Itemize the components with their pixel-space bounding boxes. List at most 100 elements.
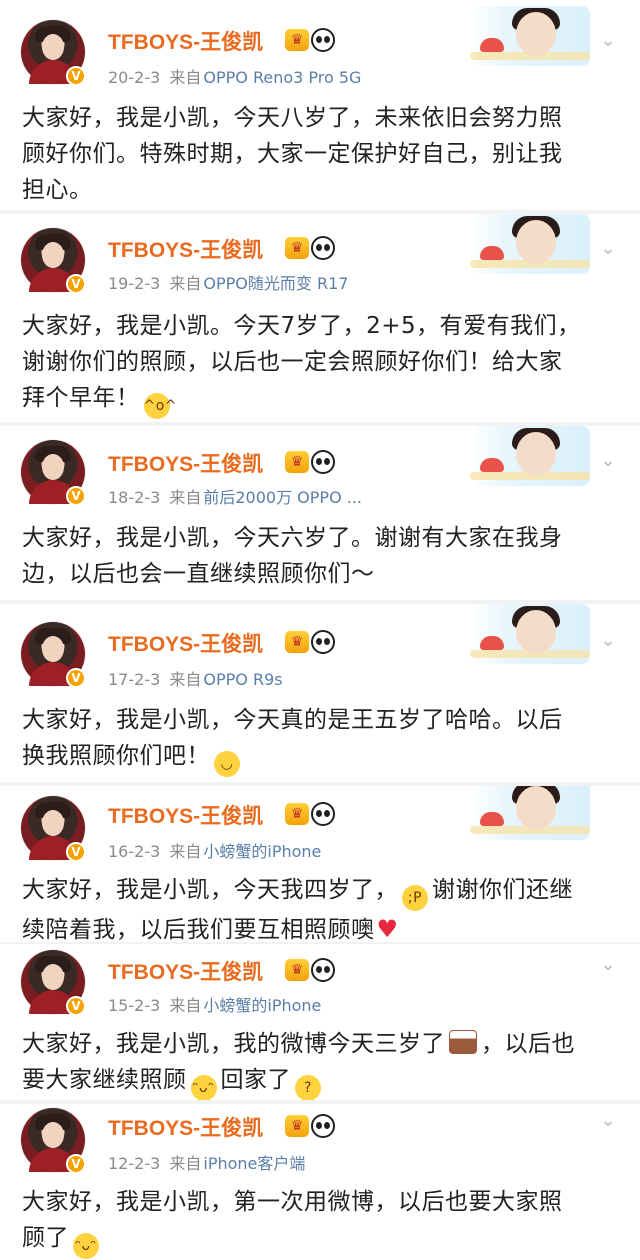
cake-icon — [449, 1030, 477, 1054]
crown-icon: ♛ — [285, 1115, 309, 1137]
weibo-post: V TFBOYS-王俊凯 ♛ 18-2-3 来自 前后2000万 OPPO ...… — [0, 426, 640, 600]
post-date: 16-2-3 — [108, 842, 161, 861]
text-line: 边，以后也会一直继续照顾你们～ — [22, 561, 375, 587]
text-line: 担心。 — [22, 177, 93, 203]
text-line: 大家好，我是小凯。今天7岁了，2+5，有爱有我们， — [22, 313, 581, 339]
source-link[interactable]: iPhone客户端 — [203, 1154, 305, 1173]
text-line: 大家好，我是小凯，今天六岁了。谢谢有大家在我身 — [22, 525, 563, 551]
grin-emoji-icon: ᵔᴗᵔ — [190, 1075, 217, 1100]
heart-icon: ♥ — [376, 915, 399, 942]
panda-icon — [311, 958, 335, 982]
card-banner — [470, 604, 590, 664]
post-text: 大家好，我是小凯，第一次用微博，以后也要大家照 顾了 ᵔᴗᵔ — [22, 1184, 620, 1259]
card-banner — [470, 214, 590, 274]
panda-icon — [311, 802, 335, 826]
vip-badge-icon: V — [66, 66, 86, 86]
crown-icon: ♛ — [285, 803, 309, 825]
chevron-down-icon[interactable]: ⌄ — [598, 630, 618, 651]
post-date: 17-2-3 — [108, 670, 161, 689]
username[interactable]: TFBOYS-王俊凯 — [108, 448, 263, 478]
from-label: 来自 — [169, 488, 202, 507]
source-link[interactable]: OPPO R9s — [203, 670, 282, 689]
text-line: 谢谢你们还继 — [432, 877, 573, 903]
post-meta: 20-2-3 来自 OPPO Reno3 Pro 5G — [108, 64, 361, 88]
crown-icon: ♛ — [285, 959, 309, 981]
post-text: 大家好，我是小凯，今天我四岁了， ;P 谢谢你们还继 续陪着我，以后我们要互相照顾噢… — [22, 872, 620, 942]
from-label: 来自 — [169, 996, 202, 1015]
wink-tongue-emoji-icon: ;P — [402, 885, 428, 911]
chevron-down-icon[interactable]: ⌄ — [598, 30, 618, 51]
source-link[interactable]: OPPO随光而变 R17 — [203, 274, 348, 293]
post-meta: 12-2-3 来自 iPhone客户端 — [108, 1150, 305, 1174]
vip-badge-icon: V — [66, 668, 86, 688]
crown-icon: ♛ — [285, 451, 309, 473]
post-text: 大家好，我是小凯，今天六岁了。谢谢有大家在我身 边，以后也会一直继续照顾你们～ — [22, 520, 620, 592]
username[interactable]: TFBOYS-王俊凯 — [108, 1112, 263, 1142]
post-text: 大家好，我是小凯。今天7岁了，2+5，有爱有我们， 谢谢你们的照顾，以后也一定会… — [22, 308, 620, 419]
source-link[interactable]: 小螃蟹的iPhone — [203, 996, 321, 1015]
text-line: 要大家继续照顾 — [22, 1067, 187, 1093]
text-line: 大家好，我是小凯，今天八岁了，未来依旧会努力照 — [22, 105, 563, 131]
panda-icon — [311, 630, 335, 654]
text-line: 回家了 — [220, 1067, 291, 1093]
source-link[interactable]: 小螃蟹的iPhone — [203, 842, 321, 861]
chevron-down-icon[interactable]: ⌄ — [598, 1110, 618, 1131]
post-date: 15-2-3 — [108, 996, 161, 1015]
weibo-post: V TFBOYS-王俊凯 ♛ 19-2-3 来自 OPPO随光而变 R17 ⌄ 大… — [0, 214, 640, 420]
username[interactable]: TFBOYS-王俊凯 — [108, 234, 263, 264]
text-line: 顾了 — [22, 1225, 69, 1251]
post-text: 大家好，我是小凯，我的微博今天三岁了 ，以后也 要大家继续照顾 ᵔᴗᵔ 回家了? — [22, 1026, 620, 1100]
source-link[interactable]: 前后2000万 OPPO ... — [203, 488, 362, 507]
text-line: 续陪着我，以后我们要互相照顾噢 — [22, 917, 375, 942]
card-banner — [470, 426, 590, 486]
vip-badge-icon: V — [66, 486, 86, 506]
text-line: 换我照顾你们吧！ — [22, 743, 210, 769]
weibo-post: V TFBOYS-王俊凯 ♛ 12-2-3 来自 iPhone客户端 ⌄ 大家好，… — [0, 1104, 640, 1260]
text-line: 大家好，我是小凯，第一次用微博，以后也要大家照 — [22, 1189, 563, 1215]
from-label: 来自 — [169, 274, 202, 293]
vip-badge-icon: V — [66, 1154, 86, 1174]
panda-icon — [311, 450, 335, 474]
crown-icon: ♛ — [285, 631, 309, 653]
text-line: 谢谢你们的照顾，以后也一定会照顾好你们！给大家 — [22, 349, 563, 375]
text-line: 顾好你们。特殊时期，大家一定保护好自己，别让我 — [22, 141, 563, 167]
text-line: ，以后也 — [481, 1031, 575, 1057]
post-meta: 16-2-3 来自 小螃蟹的iPhone — [108, 838, 321, 862]
text-line: 大家好，我是小凯，今天真的是王五岁了哈哈。以后 — [22, 707, 563, 733]
username[interactable]: TFBOYS-王俊凯 — [108, 956, 263, 986]
weibo-post: V TFBOYS-王俊凯 ♛ 17-2-3 来自 OPPO R9s ⌄ 大家好，我… — [0, 604, 640, 782]
card-banner — [470, 6, 590, 66]
post-meta: 15-2-3 来自 小螃蟹的iPhone — [108, 992, 321, 1016]
crown-icon: ♛ — [285, 29, 309, 51]
chevron-down-icon[interactable]: ⌄ — [598, 238, 618, 259]
laughing-emoji-icon: ^o^ — [143, 393, 177, 419]
panda-icon — [311, 1114, 335, 1138]
weibo-post: V TFBOYS-王俊凯 ♛ 15-2-3 来自 小螃蟹的iPhone ⌄ 大家好… — [0, 944, 640, 1100]
username[interactable]: TFBOYS-王俊凯 — [108, 26, 263, 56]
post-meta: 19-2-3 来自 OPPO随光而变 R17 — [108, 270, 348, 294]
from-label: 来自 — [169, 1154, 202, 1173]
from-label: 来自 — [169, 670, 202, 689]
post-text: 大家好，我是小凯，今天真的是王五岁了哈哈。以后 换我照顾你们吧！ ◡ — [22, 702, 620, 777]
chevron-down-icon[interactable]: ⌄ — [598, 450, 618, 471]
post-date: 18-2-3 — [108, 488, 161, 507]
crown-icon: ♛ — [285, 237, 309, 259]
text-line: 拜个早年！ — [22, 385, 140, 411]
from-label: 来自 — [169, 842, 202, 861]
thinking-emoji-icon: ? — [295, 1075, 321, 1100]
post-text: 大家好，我是小凯，今天八岁了，未来依旧会努力照 顾好你们。特殊时期，大家一定保护… — [22, 100, 620, 208]
chevron-down-icon[interactable]: ⌄ — [598, 954, 618, 975]
panda-icon — [311, 236, 335, 260]
username[interactable]: TFBOYS-王俊凯 — [108, 800, 263, 830]
post-meta: 18-2-3 来自 前后2000万 OPPO ... — [108, 484, 362, 508]
vip-badge-icon: V — [66, 274, 86, 294]
weibo-post: V TFBOYS-王俊凯 ♛ 16-2-3 来自 小螃蟹的iPhone 大家好，我… — [0, 786, 640, 942]
weibo-post: V TFBOYS-王俊凯 ♛ 20-2-3 来自 OPPO Reno3 Pro 5… — [0, 0, 640, 220]
card-banner — [470, 786, 590, 840]
username[interactable]: TFBOYS-王俊凯 — [108, 628, 263, 658]
post-meta: 17-2-3 来自 OPPO R9s — [108, 666, 283, 690]
grin-emoji-icon: ᵔᴗᵔ — [73, 1233, 99, 1259]
vip-badge-icon: V — [66, 842, 86, 862]
post-date: 20-2-3 — [108, 68, 161, 87]
source-link[interactable]: OPPO Reno3 Pro 5G — [203, 68, 361, 87]
